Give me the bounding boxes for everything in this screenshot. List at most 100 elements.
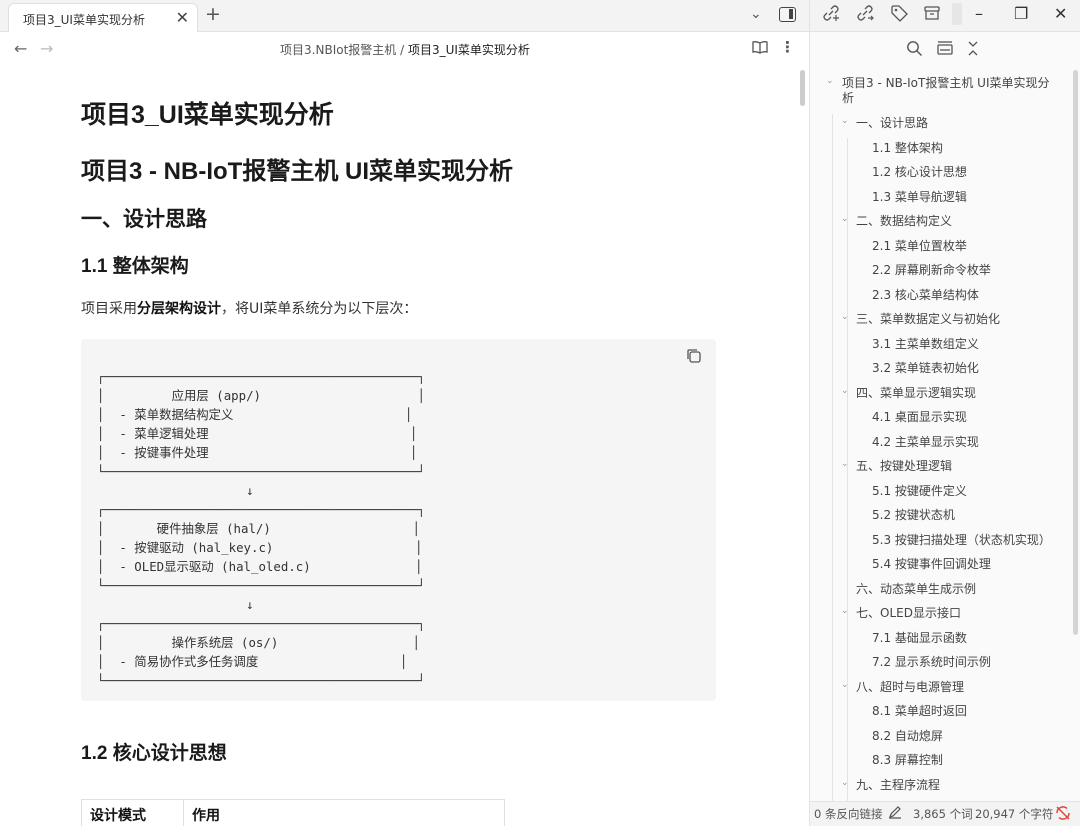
collapse-all-icon[interactable]	[966, 40, 980, 62]
follow-cursor-icon[interactable]	[936, 40, 954, 62]
chevron-down-icon[interactable]: ⌄	[826, 76, 834, 86]
code-line: ↓	[97, 483, 254, 498]
titlebar-drag-handle[interactable]	[952, 3, 962, 25]
outline-item-subsection[interactable]: 3.2 菜单链表初始化	[872, 359, 979, 376]
outline-item-section[interactable]: 二、数据结构定义	[856, 212, 952, 229]
table-header-row: 设计模式 作用	[81, 799, 505, 826]
tab-close-icon[interactable]: ✕	[176, 8, 189, 27]
code-line: └───────────────────────────────────────…	[97, 464, 426, 479]
outline-item-section[interactable]: 六、动态菜单生成示例	[856, 580, 976, 597]
code-line: ┌───────────────────────────────────────…	[97, 502, 426, 517]
app-window: 项目3_UI菜单实现分析 ✕ + ⌄ ← → 项目3.NBIot报警主机 / 项…	[0, 0, 1080, 826]
para-text-prefix: 项目采用	[81, 301, 137, 317]
code-line: │ 硬件抽象层 (hal/) │	[97, 521, 421, 536]
breadcrumb-current[interactable]: 项目3_UI菜单实现分析	[408, 43, 530, 57]
char-count: 20,947 个字符	[975, 807, 1054, 821]
sync-status-icon[interactable]	[1055, 805, 1071, 824]
outline-item-section[interactable]: 九、主程序流程	[856, 776, 940, 793]
code-line: └───────────────────────────────────────…	[97, 673, 426, 688]
outline-item-section[interactable]: 三、菜单数据定义与初始化	[856, 310, 1000, 327]
heading-3-architecture: 1.1 整体架构	[81, 256, 189, 277]
outline-item-subsection[interactable]: 4.2 主菜单显示实现	[872, 433, 979, 450]
tab-title: 项目3_UI菜单实现分析	[23, 13, 145, 27]
code-line: ↓	[97, 597, 254, 612]
code-text: ┌───────────────────────────────────────…	[97, 367, 425, 690]
outline-item-subsection[interactable]: 8.3 屏幕控制	[872, 751, 943, 768]
editor-pane: 项目3_UI菜单实现分析 ✕ + ⌄ ← → 项目3.NBIot报警主机 / 项…	[0, 0, 810, 826]
outline-item-subsection[interactable]: 1.1 整体架构	[872, 139, 943, 156]
intro-paragraph: 项目采用分层架构设计，将UI菜单系统分为以下层次：	[81, 298, 417, 318]
outline-item-subsection[interactable]: 5.1 按键硬件定义	[872, 482, 967, 499]
code-line: │ 操作系统层 (os/) │	[97, 635, 421, 650]
code-line: │ - 菜单逻辑处理 │	[97, 426, 418, 441]
outline-item-subsection[interactable]: 7.1 基础显示函数	[872, 629, 967, 646]
outline-indent-guide	[832, 114, 833, 804]
window-close-icon[interactable]: ✕	[1054, 4, 1067, 23]
tab-list-chevron-icon[interactable]: ⌄	[750, 6, 762, 22]
reading-view-icon[interactable]	[752, 40, 768, 58]
outline-item-root[interactable]: 项目3 - NB-IoT报警主机 UI菜单实现分	[842, 74, 1049, 91]
code-line: │ - 按键驱动 (hal_key.c) │	[97, 540, 423, 555]
code-line: ┌───────────────────────────────────────…	[97, 616, 426, 631]
outline-item-subsection[interactable]: 7.2 显示系统时间示例	[872, 653, 991, 670]
chevron-down-icon[interactable]: ⌄	[841, 116, 849, 126]
outline-item-subsection[interactable]: 5.3 按键扫描处理（状态机实现）	[872, 531, 1051, 548]
link-plus-icon[interactable]	[822, 4, 840, 26]
outline-item-subsection[interactable]: 5.4 按键事件回调处理	[872, 555, 991, 572]
word-count: 3,865 个词	[913, 807, 973, 821]
outline-item-root-wrap[interactable]: 析	[842, 89, 854, 106]
code-line: ┌───────────────────────────────────────…	[97, 369, 426, 384]
outline-item-subsection[interactable]: 8.1 菜单超时返回	[872, 702, 967, 719]
search-icon[interactable]	[906, 40, 923, 62]
outline-item-section[interactable]: 五、按键处理逻辑	[856, 457, 952, 474]
toggle-right-sidebar-icon[interactable]	[779, 7, 796, 22]
sidebar-tab-bar: – ❐ ✕	[810, 0, 1080, 32]
outline-item-subsection[interactable]: 2.3 核心菜单结构体	[872, 286, 979, 303]
pencil-icon[interactable]	[888, 805, 902, 822]
archive-icon[interactable]	[923, 4, 941, 26]
tag-icon[interactable]	[890, 4, 908, 26]
code-line: │ - OLED显示驱动 (hal_oled.c) │	[97, 559, 423, 574]
code-line: │ - 简易协作式多任务调度 │	[97, 654, 408, 669]
new-tab-icon[interactable]: +	[205, 3, 221, 25]
outline-indent-guide	[847, 138, 848, 804]
outline-item-subsection[interactable]: 5.2 按键状态机	[872, 506, 955, 523]
outline-item-subsection[interactable]: 2.2 屏幕刷新命令枚举	[872, 261, 991, 278]
breadcrumb: 项目3.NBIot报警主机 / 项目3_UI菜单实现分析	[0, 41, 810, 58]
outline-item-section[interactable]: 四、菜单显示逻辑实现	[856, 384, 976, 401]
outline-scrollbar[interactable]	[1073, 70, 1078, 635]
heading-1: 项目3 - NB-IoT报警主机 UI菜单实现分析	[81, 158, 513, 185]
code-line: │ 应用层 (app/) │	[97, 388, 426, 403]
page-title: 项目3_UI菜单实现分析	[81, 101, 334, 129]
heading-3-core-design: 1.2 核心设计思想	[81, 743, 227, 764]
outline-item-subsection[interactable]: 4.1 桌面显示实现	[872, 408, 967, 425]
outline-item-subsection[interactable]: 3.1 主菜单数组定义	[872, 335, 979, 352]
para-text-suffix: ，将UI菜单系统分为以下层次：	[221, 301, 418, 317]
restore-icon[interactable]: ❐	[1014, 4, 1028, 23]
minimize-icon[interactable]: –	[975, 4, 983, 23]
editor-scrollbar[interactable]	[800, 70, 805, 106]
outline-item-subsection[interactable]: 8.2 自动熄屏	[872, 727, 943, 744]
outline-item-section[interactable]: 七、OLED显示接口	[856, 604, 961, 621]
status-bar: 0 条反向链接 3,865 个词 20,947 个字符	[810, 801, 1080, 826]
breadcrumb-folder[interactable]: 项目3.NBIot报警主机	[280, 43, 396, 57]
code-block: ┌───────────────────────────────────────…	[81, 339, 716, 701]
code-line: │ - 按键事件处理 │	[97, 445, 418, 460]
breadcrumb-separator: /	[396, 43, 408, 57]
outline-item-section[interactable]: 一、设计思路	[856, 114, 928, 131]
code-line: │ - 菜单数据结构定义 │	[97, 407, 413, 422]
table-header-role: 作用	[183, 799, 505, 826]
copy-icon[interactable]	[685, 347, 705, 367]
heading-2-design: 一、设计思路	[81, 208, 207, 231]
backlinks-count[interactable]: 0 条反向链接	[814, 806, 882, 822]
outgoing-links-icon[interactable]	[856, 4, 874, 26]
table-header-pattern: 设计模式	[81, 799, 184, 826]
outline-item-subsection[interactable]: 1.3 菜单导航逻辑	[872, 188, 967, 205]
code-line: └───────────────────────────────────────…	[97, 578, 426, 593]
outline-item-subsection[interactable]: 1.2 核心设计思想	[872, 163, 967, 180]
outline-item-section[interactable]: 八、超时与电源管理	[856, 678, 964, 695]
more-options-icon[interactable]: ⋮	[780, 38, 795, 56]
tab-current-note[interactable]: 项目3_UI菜单实现分析 ✕	[8, 3, 198, 32]
outline-item-subsection[interactable]: 2.1 菜单位置枚举	[872, 237, 967, 254]
outline-sidebar: – ❐ ✕ 项目3 - NB-IoT报警主机 UI菜单实现分析 ⌄ 一、设计思路 ⌄ 1…	[810, 0, 1080, 826]
